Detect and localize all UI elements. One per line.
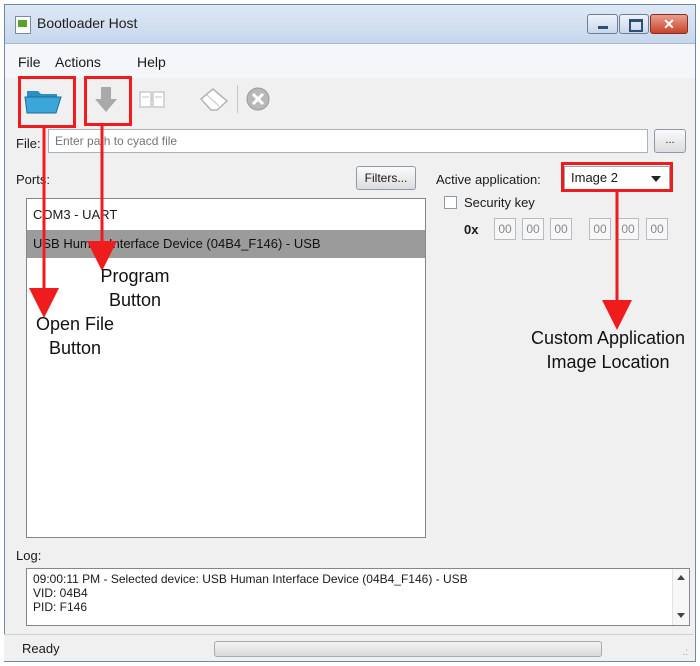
erase-button[interactable] — [168, 83, 190, 115]
active-application-highlight — [561, 162, 673, 192]
annotation-line: Image Location — [546, 352, 670, 372]
maximize-button[interactable] — [619, 14, 649, 34]
ports-label: Ports: — [16, 172, 50, 187]
security-key-byte[interactable]: 00 — [494, 218, 516, 240]
status-bar: Ready .: — [4, 634, 694, 661]
eraser-icon — [199, 88, 229, 111]
title-bar[interactable]: Bootloader Host ✕ — [5, 5, 695, 44]
log-scrollbar[interactable] — [672, 569, 689, 625]
menu-help[interactable]: Help — [137, 54, 166, 70]
close-button[interactable]: ✕ — [650, 14, 688, 34]
annotation-line: Button — [108, 290, 162, 310]
port-item-com3[interactable]: COM3 - UART — [27, 201, 425, 229]
document-compare-icon — [139, 91, 165, 108]
eraser-icon — [168, 83, 190, 115]
security-key-byte[interactable]: 00 — [646, 218, 668, 240]
ports-list[interactable]: COM3 - UART USB Human Interface Device (… — [26, 198, 426, 538]
menu-bar: File Actions Help — [5, 44, 695, 78]
close-icon: ✕ — [663, 16, 675, 32]
status-text: Ready — [22, 641, 60, 656]
file-path-input[interactable] — [48, 129, 648, 153]
security-key-byte[interactable]: 00 — [589, 218, 611, 240]
security-key-label: Security key — [464, 195, 535, 210]
annotation-line: Button — [48, 338, 102, 358]
security-key-byte[interactable]: 00 — [522, 218, 544, 240]
verify-button[interactable] — [138, 83, 168, 115]
window-title: Bootloader Host — [37, 15, 138, 31]
scroll-down-icon[interactable] — [677, 613, 685, 618]
resize-grip-icon[interactable]: .: — [682, 647, 688, 658]
program-button-highlight — [84, 76, 132, 126]
open-file-highlight — [18, 76, 76, 128]
abort-button[interactable] — [243, 83, 273, 115]
annotation-image-location: Custom Application Image Location — [516, 326, 700, 374]
annotation-line: Custom Application — [530, 328, 686, 348]
annotation-line: Program — [100, 266, 170, 286]
annotation-open-file-button: Open File Button — [30, 312, 120, 360]
annotation-program-button: Program Button — [90, 264, 180, 312]
filters-button[interactable]: Filters... — [356, 166, 416, 190]
menu-actions[interactable]: Actions — [55, 54, 101, 70]
log-line: 09:00:11 PM - Selected device: USB Human… — [33, 572, 468, 586]
progress-bar — [214, 641, 602, 657]
security-key-byte[interactable]: 00 — [617, 218, 639, 240]
menu-file[interactable]: File — [18, 54, 41, 70]
annotation-line: Open File — [35, 314, 115, 334]
toolbar-separator — [237, 85, 238, 113]
log-line: PID: F146 — [33, 600, 88, 614]
log-output[interactable]: 09:00:11 PM - Selected device: USB Human… — [26, 568, 690, 626]
file-label: File: — [16, 136, 41, 151]
scroll-up-icon[interactable] — [677, 575, 685, 580]
active-application-label: Active application: — [436, 172, 541, 187]
log-label: Log: — [16, 548, 42, 563]
browse-button[interactable]: ... — [654, 129, 686, 153]
hex-prefix: 0x — [464, 222, 479, 237]
port-item-usb-hid[interactable]: USB Human Interface Device (04B4_F146) -… — [27, 230, 425, 258]
stop-icon — [246, 87, 270, 111]
app-icon — [15, 16, 31, 34]
log-line: VID: 04B4 — [33, 586, 88, 600]
eraser-button[interactable] — [195, 83, 233, 115]
security-key-checkbox[interactable] — [444, 196, 457, 209]
minimize-button[interactable] — [587, 14, 618, 34]
security-key-byte[interactable]: 00 — [550, 218, 572, 240]
